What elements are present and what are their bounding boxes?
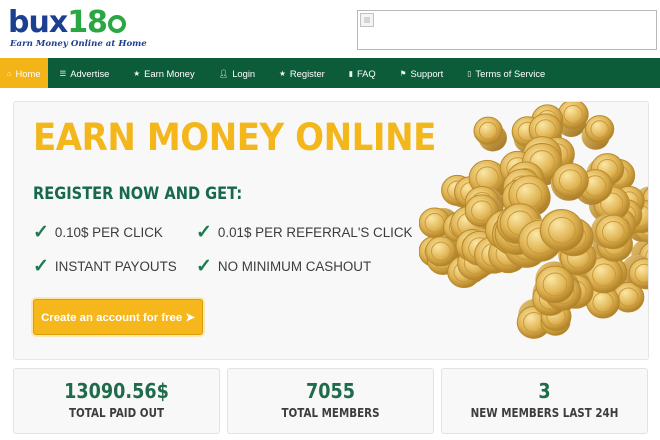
main-nav: ⌂ Home ☰ Advertise ★ Earn Money 👤︎ Login ★ Re… bbox=[0, 58, 660, 88]
check-icon: ✓ bbox=[196, 256, 212, 277]
stat-value: 7055 bbox=[305, 379, 355, 403]
create-account-button[interactable]: Create an account for free ➤ bbox=[33, 299, 203, 335]
feature-label: 0.10$ PER CLICK bbox=[54, 225, 163, 240]
logo-number: 18 bbox=[67, 5, 108, 40]
nav-item-register[interactable]: ★ Register bbox=[267, 58, 337, 88]
book-icon: ▮ bbox=[348, 68, 353, 78]
nav-item-faq[interactable]: ▮ FAQ bbox=[337, 58, 388, 88]
nav-item-label: Earn Money bbox=[144, 67, 195, 79]
nav-item-label: Home bbox=[15, 67, 41, 79]
logo-text: bux bbox=[8, 5, 68, 40]
document-icon: ▯ bbox=[467, 68, 472, 78]
check-icon: ✓ bbox=[196, 222, 212, 243]
nav-item-label: Login bbox=[232, 67, 256, 79]
nav-item-label: Advertise bbox=[70, 67, 110, 79]
stat-new-members: 3 NEW MEMBERS LAST 24H bbox=[441, 368, 648, 434]
flag-icon: ⚑ bbox=[399, 68, 407, 78]
hero-panel: EARN MONEY ONLINE REGISTER NOW AND GET: … bbox=[13, 101, 649, 360]
feature-item: ✓ 0.01$ PER REFERRAL'S CLICK bbox=[196, 223, 413, 242]
feature-label: NO MINIMUM CASHOUT bbox=[217, 259, 372, 274]
ad-banner[interactable] bbox=[357, 10, 657, 50]
check-icon: ✓ bbox=[33, 222, 49, 243]
site-header: bux18 Earn Money Online at Home bbox=[0, 0, 660, 58]
nav-item-label: Support bbox=[410, 67, 444, 79]
nav-item-earn-money[interactable]: ★ Earn Money bbox=[121, 58, 206, 88]
feature-item: ✓ 0.10$ PER CLICK bbox=[33, 223, 163, 242]
feature-label: 0.01$ PER REFERRAL'S CLICK bbox=[217, 225, 413, 240]
stat-label: NEW MEMBERS LAST 24H bbox=[470, 406, 619, 420]
hero-title: EARN MONEY ONLINE bbox=[33, 116, 436, 159]
stat-value: 3 bbox=[538, 379, 551, 403]
coin-roll bbox=[590, 214, 632, 250]
logo[interactable]: bux18 Earn Money Online at Home bbox=[8, 8, 148, 52]
nav-item-home[interactable]: ⌂ Home bbox=[0, 58, 48, 88]
logo-tagline: Earn Money Online at Home bbox=[10, 39, 147, 49]
check-icon: ✓ bbox=[33, 256, 49, 277]
home-icon: ⌂ bbox=[7, 68, 12, 78]
stat-label: TOTAL MEMBERS bbox=[281, 406, 380, 420]
feature-label: INSTANT PAYOUTS bbox=[54, 259, 177, 274]
star-icon: ★ bbox=[279, 68, 286, 78]
nav-item-label: FAQ bbox=[356, 67, 376, 79]
stat-total-paid-out: 13090.56$ TOTAL PAID OUT bbox=[13, 368, 220, 434]
nav-item-terms[interactable]: ▯ Terms of Service bbox=[455, 58, 557, 88]
coins-illustration bbox=[419, 102, 648, 339]
coin-roll bbox=[473, 116, 507, 152]
nav-item-login[interactable]: 👤︎ Login bbox=[207, 58, 267, 88]
hero-subtitle: REGISTER NOW AND GET: bbox=[33, 184, 243, 204]
nav-item-label: Register bbox=[289, 67, 325, 79]
stat-value: 13090.56$ bbox=[64, 379, 169, 403]
page: bux18 Earn Money Online at Home ⌂ Home ☰ A… bbox=[0, 0, 660, 440]
stat-label: TOTAL PAID OUT bbox=[68, 406, 165, 420]
feature-item: ✓ NO MINIMUM CASHOUT bbox=[196, 257, 371, 276]
nav-item-advertise[interactable]: ☰ Advertise bbox=[48, 58, 122, 88]
user-icon: 👤︎ bbox=[218, 68, 229, 78]
coin-roll bbox=[539, 209, 584, 252]
feature-item: ✓ INSTANT PAYOUTS bbox=[33, 257, 177, 276]
logo-ring-icon bbox=[107, 15, 126, 33]
broken-image-icon bbox=[360, 13, 374, 27]
advertise-icon: ☰ bbox=[59, 68, 67, 78]
nav-item-label: Terms of Service bbox=[475, 67, 546, 79]
logo-wordmark: bux18 bbox=[8, 8, 126, 38]
nav-item-support[interactable]: ⚑ Support bbox=[388, 58, 456, 88]
stat-total-members: 7055 TOTAL MEMBERS bbox=[227, 368, 434, 434]
star-icon: ★ bbox=[133, 68, 141, 78]
